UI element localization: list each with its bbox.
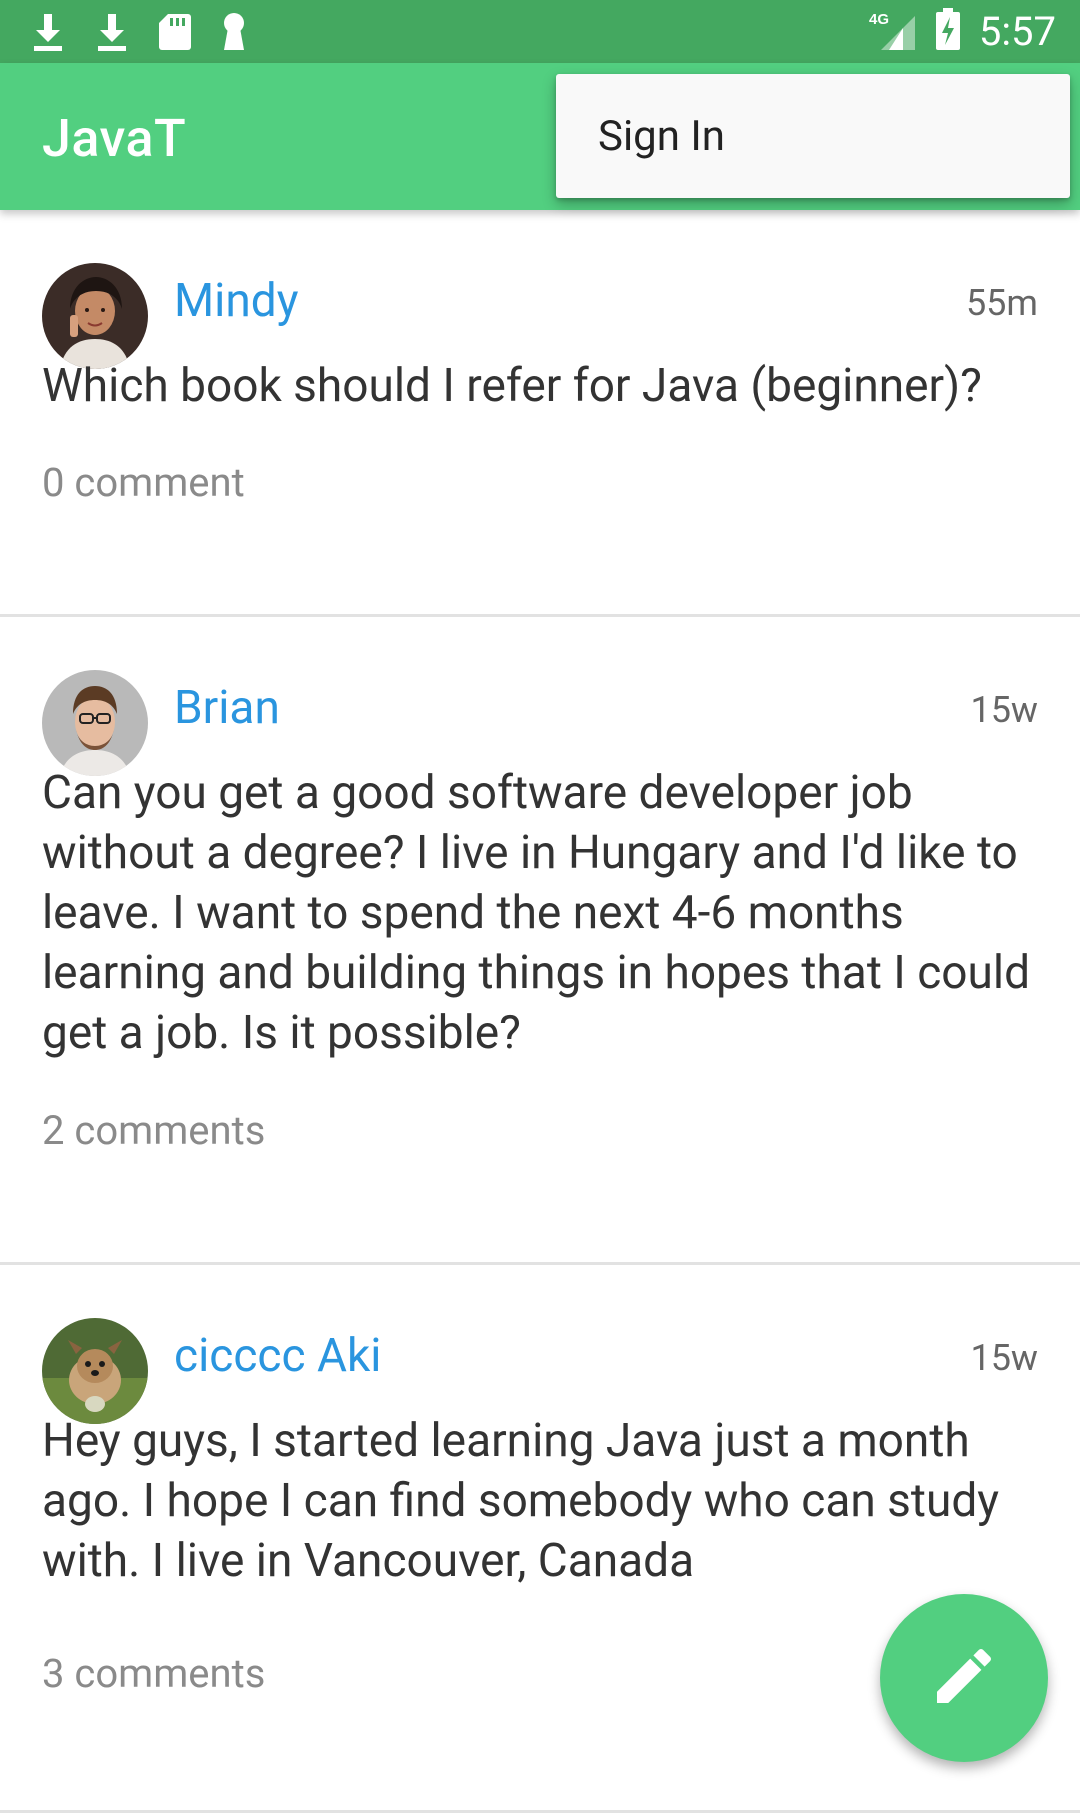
clock: 5:57: [978, 8, 1056, 55]
status-bar: 4G 5:57: [0, 0, 1080, 63]
author-name[interactable]: Brian: [174, 681, 280, 735]
download-icon: [94, 12, 130, 52]
battery-charging-icon: [935, 8, 961, 56]
post-text: Which book should I refer for Java (begi…: [42, 359, 982, 413]
post-time: 15w: [970, 1337, 1038, 1379]
comment-count[interactable]: 2 comments: [42, 1107, 265, 1154]
post-time: 15w: [970, 689, 1038, 731]
post-feed: Mindy 55m Which book should I refer for …: [0, 210, 1080, 1813]
download-icon: [30, 12, 66, 52]
compose-post-button[interactable]: [880, 1594, 1048, 1762]
app-title: JavaT: [42, 108, 187, 169]
author-name[interactable]: Mindy: [174, 274, 298, 328]
comment-count[interactable]: 0 comment: [42, 459, 245, 506]
network-label: 4G: [869, 11, 889, 28]
menu-item-sign-in[interactable]: Sign In: [598, 112, 725, 161]
post-text: Can you get a good software developer jo…: [42, 766, 1031, 1060]
post-card[interactable]: Mindy 55m Which book should I refer for …: [0, 210, 1080, 617]
keyhole-icon: [220, 12, 248, 52]
avatar[interactable]: [42, 263, 148, 369]
post-time: 55m: [965, 282, 1038, 324]
post-card[interactable]: Brian 15w Can you get a good software de…: [0, 617, 1080, 1265]
comment-count[interactable]: 3 comments: [42, 1650, 265, 1697]
status-system: 4G 5:57: [869, 8, 1056, 56]
author-name[interactable]: cicccc Aki: [174, 1329, 382, 1383]
sd-card-icon: [158, 12, 192, 52]
pencil-icon: [928, 1640, 1000, 1716]
post-text: Hey guys, I started learning Java just a…: [42, 1414, 1000, 1588]
signal-icon: 4G: [869, 8, 917, 56]
avatar[interactable]: [42, 1318, 148, 1424]
overflow-menu: Sign In: [556, 74, 1070, 198]
status-notifications: [30, 12, 248, 52]
avatar[interactable]: [42, 670, 148, 776]
